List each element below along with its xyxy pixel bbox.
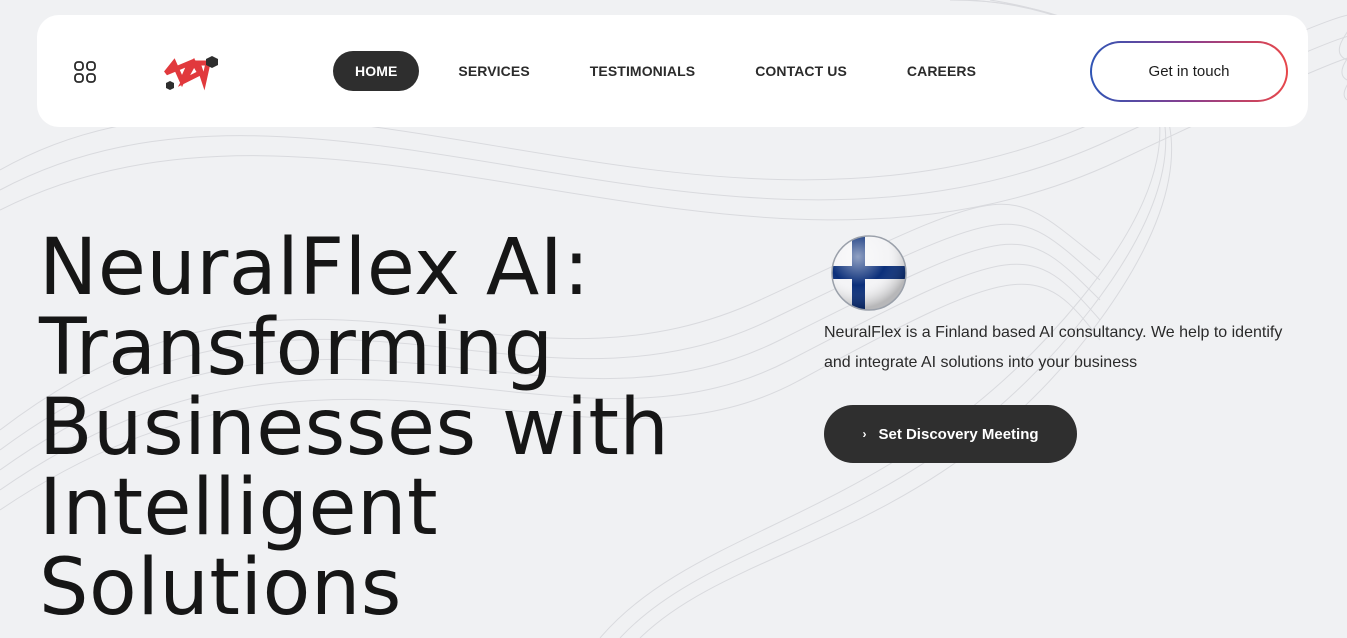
nav-testimonials[interactable]: TESTIMONIALS [568,51,717,91]
grid-menu-icon[interactable] [73,60,97,84]
chevron-right-icon: › [862,427,867,441]
hero-title: NeuralFlex AI: Transforming Businesses w… [39,228,739,628]
get-in-touch-button[interactable]: Get in touch [1090,41,1288,102]
finland-flag-icon [830,234,908,312]
nav-home[interactable]: HOME [333,51,420,91]
hero-description-line: and integrate AI solutions into your bus… [824,354,1138,371]
set-discovery-meeting-label: Set Discovery Meeting [878,425,1039,443]
main-nav: HOME SERVICES TESTIMONIALS CONTACT US CA… [333,51,998,91]
get-in-touch-label: Get in touch [1092,43,1286,100]
nav-services[interactable]: SERVICES [436,51,551,91]
hero-title-line: NeuralFlex AI: [39,223,591,313]
nav-careers[interactable]: CAREERS [885,51,998,91]
hero-title-line: Intelligent [39,463,439,553]
hero-title-line: Businesses with [39,383,670,473]
neuralflex-logo-icon[interactable] [160,51,224,91]
set-discovery-meeting-button[interactable]: › Set Discovery Meeting [824,405,1077,463]
hero-title-line: Solutions [39,543,402,633]
hero-title-line: Transforming [39,303,554,393]
hero-description-line: NeuralFlex is a Finland based AI consult… [824,324,1283,341]
hero-description: NeuralFlex is a Finland based AI consult… [824,318,1324,378]
nav-contact-us[interactable]: CONTACT US [733,51,869,91]
